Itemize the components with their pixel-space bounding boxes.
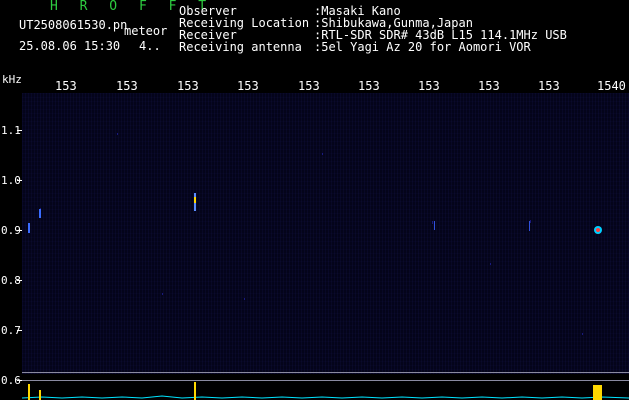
y-axis-unit: kHz bbox=[2, 73, 22, 86]
meteor-echo bbox=[434, 221, 435, 230]
meteor-echoes bbox=[28, 193, 602, 234]
info-label: Receiving antenna bbox=[179, 40, 302, 54]
x-tick-label: 153 bbox=[237, 79, 259, 93]
meteor-echo bbox=[596, 228, 600, 232]
hrofft-screen: H R O F F T UT2508061530.pn meteor 25.08… bbox=[0, 0, 629, 400]
x-tick-label: 153 bbox=[177, 79, 199, 93]
x-tick-label: 153 bbox=[538, 79, 560, 93]
info-value: :5el Yagi Az 20 for Aomori VOR bbox=[314, 40, 531, 54]
y-tick-mark bbox=[17, 230, 22, 231]
x-tick-label: 153 bbox=[358, 79, 380, 93]
x-tick-label: 153 bbox=[55, 79, 77, 93]
meteor-echo bbox=[28, 223, 30, 233]
x-tick-label: 1540 bbox=[597, 79, 626, 93]
signal-spike bbox=[593, 385, 602, 400]
y-tick-mark bbox=[17, 180, 22, 181]
info-row-antenna: Receiving antenna :5el Yagi Az 20 for Ao… bbox=[179, 41, 567, 53]
datetime-label: 25.08.06 15:30 bbox=[19, 39, 121, 53]
spectrogram bbox=[22, 93, 629, 374]
noise-speckle bbox=[40, 133, 583, 335]
station-info: Observer :Masaki Kano Receiving Location… bbox=[179, 5, 567, 53]
plot-divider bbox=[22, 372, 629, 373]
x-tick-label: 153 bbox=[418, 79, 440, 93]
x-tick-label: 153 bbox=[298, 79, 320, 93]
signal-spike bbox=[194, 382, 196, 400]
x-tick-label: 153 bbox=[478, 79, 500, 93]
meteor-echo bbox=[194, 197, 196, 203]
meteor-echo bbox=[529, 221, 530, 231]
y-tick-mark bbox=[17, 330, 22, 331]
signal-spike bbox=[28, 384, 30, 400]
meteor-echo bbox=[39, 209, 41, 218]
noise-trace bbox=[21, 395, 629, 399]
count-label: 4.. bbox=[139, 39, 161, 53]
signal-strength-strip bbox=[21, 381, 629, 400]
signal-trace bbox=[21, 382, 629, 400]
detection-label: meteor bbox=[124, 24, 168, 38]
signal-spike bbox=[39, 390, 41, 400]
filename-label: UT2508061530.pn bbox=[19, 18, 128, 32]
x-tick-label: 153 bbox=[116, 79, 138, 93]
y-tick-mark bbox=[17, 130, 22, 131]
spectrogram-plot bbox=[28, 133, 602, 335]
y-tick-mark bbox=[17, 280, 22, 281]
